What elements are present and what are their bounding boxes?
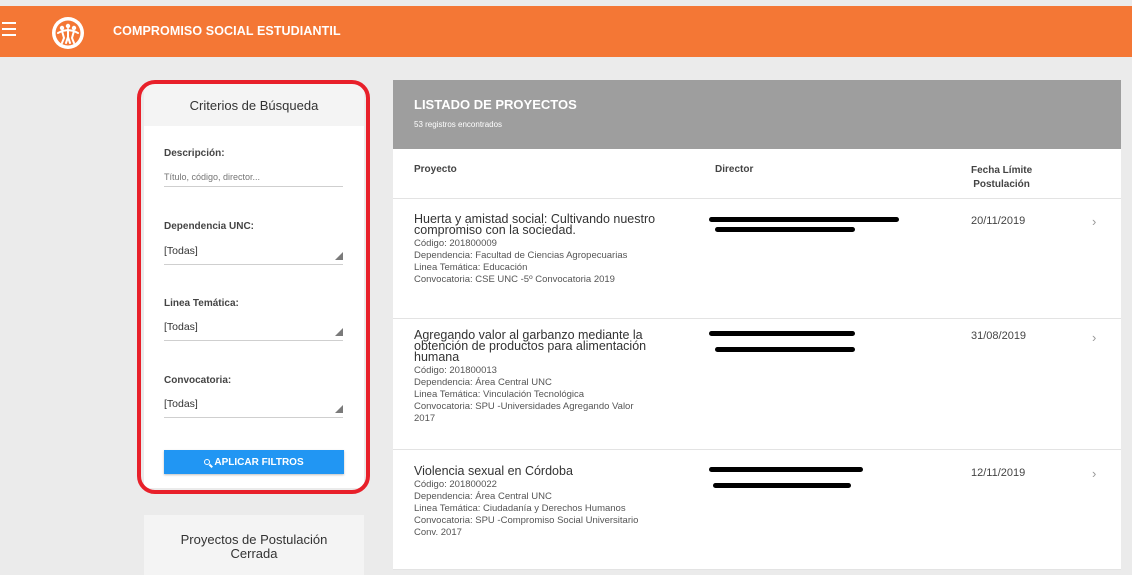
redaction-bar [713,483,851,488]
project-convocatoria: Convocatoria: SPU -Compromiso Social Uni… [414,515,639,526]
linea-tematica-select-value: [Todas] [164,321,198,333]
project-list-panel: LISTADO DE PROYECTOS 53 registros encont… [393,80,1121,570]
search-criteria-panel: Criterios de Búsqueda Descripción: Depen… [144,84,364,488]
project-linea: Linea Temática: Vinculación Tecnológica [414,389,585,400]
table-row[interactable]: Agregando valor al garbanzo mediante la … [393,319,1121,450]
column-header-deadline-line2: Postulación [973,179,1030,190]
linea-tematica-select[interactable]: [Todas] [164,319,343,341]
convocatoria-select-value: [Todas] [164,398,198,410]
project-details: Código: 201800009 Dependencia: Facultad … [414,238,686,286]
project-deadline: 12/11/2019 [971,467,1026,479]
table-row[interactable]: Violencia sexual en Córdoba Código: 2018… [393,450,1121,570]
project-title[interactable]: Agregando valor al garbanzo mediante la … [414,329,684,364]
dependencia-select-value: [Todas] [164,245,198,257]
records-count: 53 registros encontrados [414,120,503,129]
project-deadline: 31/08/2019 [971,330,1027,342]
project-deadline: 20/11/2019 [971,215,1026,227]
closed-projects-link[interactable]: Proyectos de Postulación Cerrada [144,515,364,575]
closed-projects-line2: Cerrada [230,546,278,561]
project-title-line: humana [414,350,460,364]
project-code: Código: 201800013 [414,365,497,376]
project-linea: Linea Temática: Educación [414,262,528,273]
project-linea: Linea Temática: Ciudadanía y Derechos Hu… [414,503,626,514]
search-criteria-title: Criterios de Búsqueda [144,84,364,126]
project-title[interactable]: Huerta y amistad social: Cultivando nues… [414,213,684,237]
app-title: COMPROMISO SOCIAL ESTUDIANTIL [113,24,341,38]
dropdown-arrow-icon [335,405,343,413]
project-title-line: compromiso con la sociedad. [414,223,576,237]
search-icon [204,459,211,465]
project-code: Código: 201800022 [414,479,497,490]
hamburger-icon[interactable] [2,20,16,38]
dropdown-arrow-icon [335,328,343,336]
project-details: Código: 201800022 Dependencia: Área Cent… [414,479,686,539]
project-convocatoria: Convocatoria: CSE UNC -5º Convocatoria 2… [414,274,615,285]
project-convocatoria: Conv. 2017 [414,527,462,538]
people-logo[interactable] [51,16,85,50]
convocatoria-label: Convocatoria: [164,375,232,386]
project-title[interactable]: Violencia sexual en Córdoba [414,465,684,478]
project-list-title: LISTADO DE PROYECTOS [414,97,577,112]
top-app-bar: COMPROMISO SOCIAL ESTUDIANTIL [0,6,1132,57]
convocatoria-select[interactable]: [Todas] [164,396,343,418]
project-details: Código: 201800013 Dependencia: Área Cent… [414,365,686,425]
project-dependencia: Dependencia: Área Central UNC [414,377,552,388]
project-code: Código: 201800009 [414,238,497,249]
column-header-deadline-line1: Fecha Límite [971,165,1033,176]
description-label: Descripción: [164,148,225,159]
dependencia-label: Dependencia UNC: [164,221,255,232]
apply-filters-button[interactable]: APLICAR FILTROS [164,450,344,474]
redaction-bar [715,347,855,352]
apply-filters-label: APLICAR FILTROS [214,456,304,468]
project-list-header: LISTADO DE PROYECTOS 53 registros encont… [393,80,1121,149]
project-dependencia: Dependencia: Facultad de Ciencias Agrope… [414,250,628,261]
redaction-bar [709,217,899,222]
column-header-deadline[interactable]: Fecha Límite Postulación [971,164,1032,192]
linea-tematica-label: Linea Temática: [164,298,239,309]
chevron-right-icon[interactable]: › [1092,214,1096,229]
project-convocatoria: Convocatoria: SPU -Universidades Agregan… [414,401,634,412]
column-header-project[interactable]: Proyecto [414,164,457,175]
redaction-bar [715,227,855,232]
chevron-right-icon[interactable]: › [1092,466,1096,481]
description-input[interactable] [164,167,343,187]
project-dependencia: Dependencia: Área Central UNC [414,491,552,502]
chevron-right-icon[interactable]: › [1092,330,1096,345]
dropdown-arrow-icon [335,252,343,260]
column-header-director[interactable]: Director [715,164,753,175]
table-row[interactable]: Huerta y amistad social: Cultivando nues… [393,199,1121,319]
dependencia-select[interactable]: [Todas] [164,243,343,265]
closed-projects-line1: Proyectos de Postulación [180,532,328,547]
redaction-bar [709,331,855,336]
project-convocatoria: 2017 [414,413,436,424]
redaction-bar [709,467,863,472]
